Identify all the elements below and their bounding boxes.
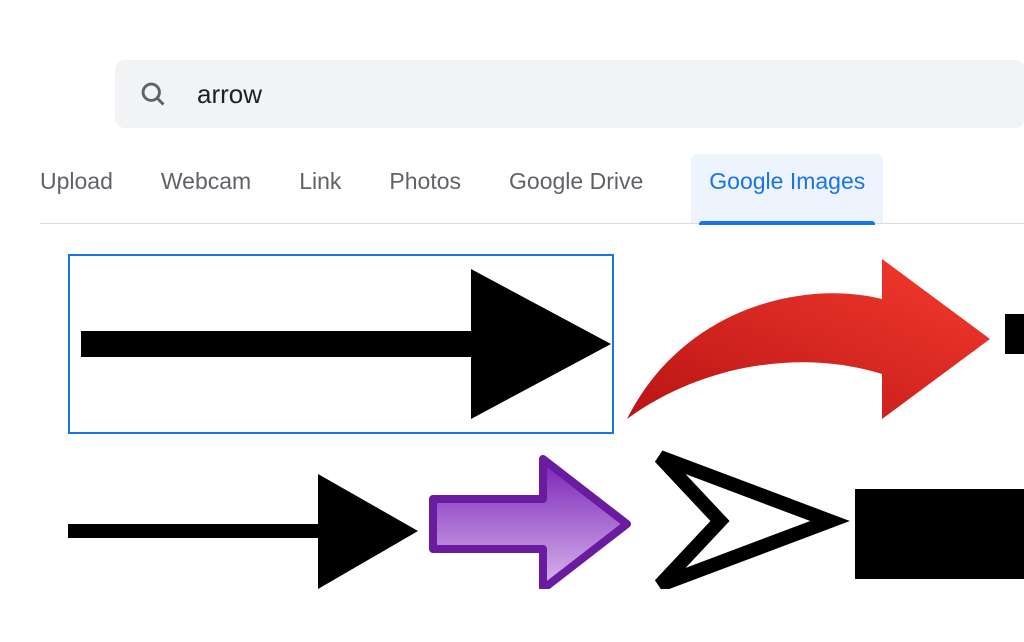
tab-google-drive[interactable]: Google Drive: [509, 168, 643, 223]
image-results: [0, 254, 1024, 634]
result-thin-black-arrow[interactable]: [68, 449, 418, 589]
tab-link[interactable]: Link: [299, 168, 341, 223]
tab-webcam[interactable]: Webcam: [161, 168, 251, 223]
tab-upload[interactable]: Upload: [40, 168, 113, 223]
tab-photos[interactable]: Photos: [389, 168, 461, 223]
result-outline-arrowhead[interactable]: [640, 449, 850, 589]
search-input[interactable]: [197, 79, 1001, 110]
result-purple-arrow[interactable]: [425, 449, 635, 589]
result-straight-black-arrow[interactable]: [68, 254, 614, 434]
result-black-rectangle[interactable]: [855, 489, 1024, 579]
result-black-fragment[interactable]: [1005, 314, 1024, 354]
result-red-curved-arrow[interactable]: [622, 254, 1002, 434]
search-icon: [139, 80, 167, 108]
tab-google-images[interactable]: Google Images: [691, 154, 883, 223]
source-tabs: Upload Webcam Link Photos Google Drive G…: [40, 168, 1024, 224]
search-bar[interactable]: [115, 60, 1024, 128]
